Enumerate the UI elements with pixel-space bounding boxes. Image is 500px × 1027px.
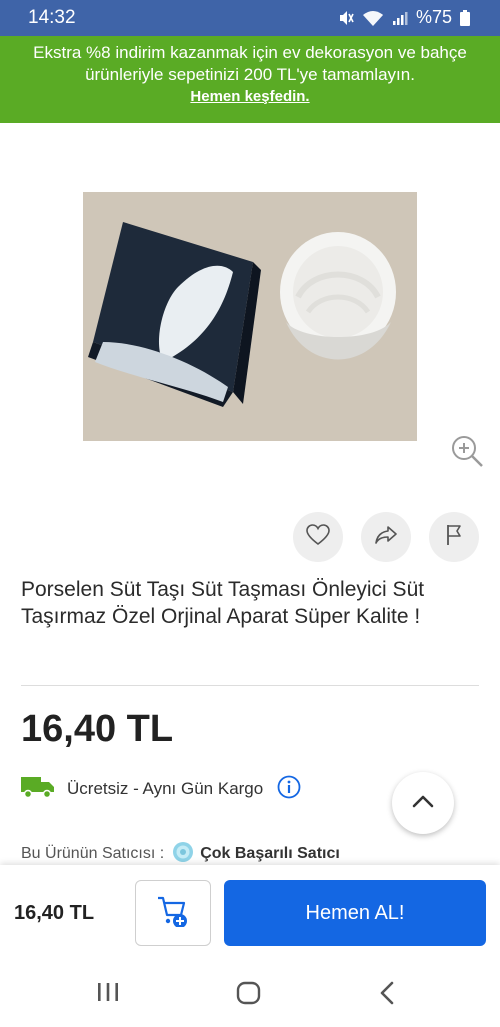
product-price: 16,40 TL [21, 708, 174, 750]
status-icons: %75 [338, 7, 470, 28]
battery-text: %75 [415, 7, 452, 27]
flag-icon [445, 524, 463, 551]
bottom-price: 16,40 TL [14, 902, 95, 924]
signal-icon [392, 10, 408, 26]
cart-add-icon [156, 895, 190, 932]
seller-label: Bu Ürünün Satıcısı : [21, 845, 165, 862]
promo-link[interactable]: Hemen keşfedin. [190, 88, 309, 105]
add-to-cart-button[interactable] [135, 880, 211, 946]
heart-icon [306, 523, 330, 551]
wifi-icon [362, 9, 384, 27]
android-nav-bar [0, 961, 500, 1027]
status-time: 14:32 [28, 7, 76, 28]
info-icon[interactable] [277, 775, 301, 804]
seller-info[interactable]: Bu Ürünün Satıcısı : Çok Başarılı Satıcı [21, 841, 340, 868]
cargo-truck-icon [21, 775, 55, 804]
scroll-top-button[interactable] [392, 772, 454, 834]
favorite-button[interactable] [293, 512, 343, 562]
seller-badge-icon [172, 841, 194, 868]
product-title: Porselen Süt Taşı Süt Taşması Önleyici S… [21, 578, 425, 628]
share-button[interactable] [361, 512, 411, 562]
mute-icon [338, 9, 354, 27]
report-button[interactable] [429, 512, 479, 562]
chevron-up-icon [412, 794, 434, 813]
share-icon [374, 525, 398, 550]
buy-now-button[interactable]: Hemen AL! [224, 880, 486, 946]
product-image[interactable] [83, 192, 417, 441]
recent-apps-icon[interactable] [96, 981, 120, 1008]
status-bar: 14:32 %75 [0, 0, 500, 36]
battery-icon [460, 9, 470, 26]
home-icon[interactable] [236, 981, 262, 1010]
divider [21, 685, 479, 686]
bottom-action-bar: 16,40 TL Hemen AL! [0, 865, 500, 961]
zoom-icon[interactable] [448, 432, 488, 472]
promo-text: Ekstra %8 indirim kazanmak için ev dekor… [33, 43, 467, 84]
shipping-info: Ücretsiz - Aynı Gün Kargo [21, 775, 301, 804]
shipping-text: Ücretsiz - Aynı Gün Kargo [67, 779, 264, 798]
promo-banner[interactable]: Ekstra %8 indirim kazanmak için ev dekor… [0, 36, 500, 123]
seller-value: Çok Başarılı Satıcı [200, 845, 340, 862]
back-icon[interactable] [378, 981, 396, 1010]
